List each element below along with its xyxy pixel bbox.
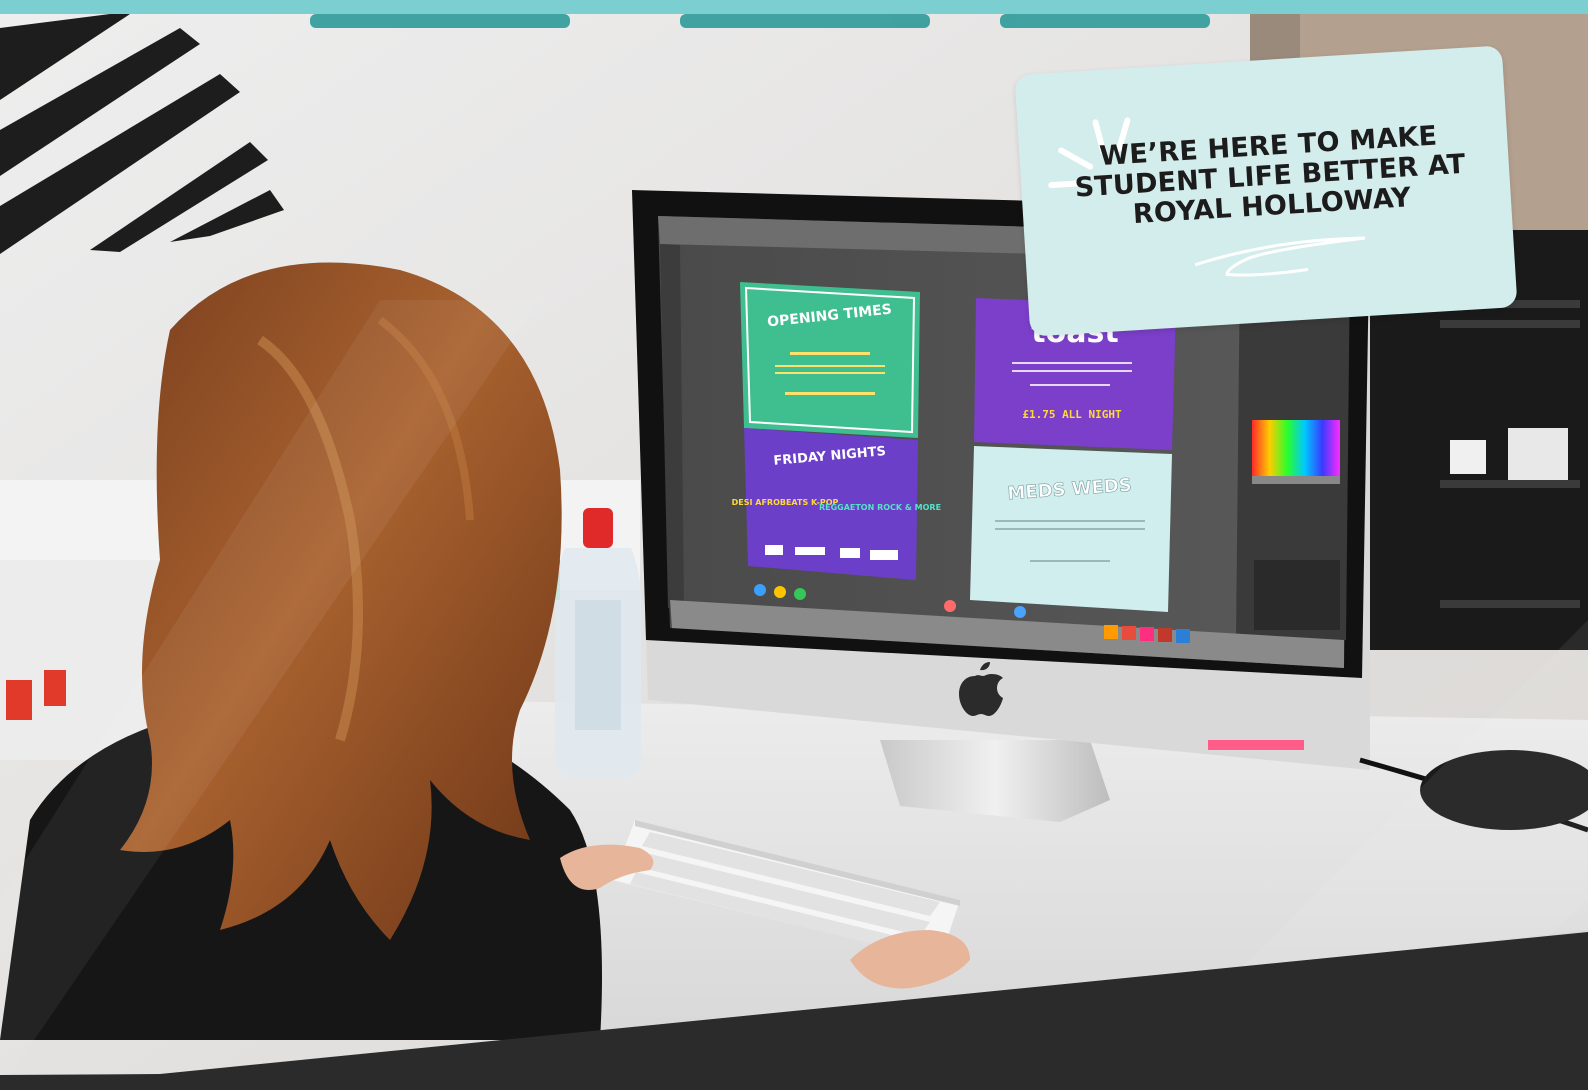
color-picker bbox=[1252, 420, 1340, 476]
poster-line: REGGAETON ROCK & MORE bbox=[819, 503, 941, 512]
sticker bbox=[1508, 428, 1568, 480]
poster-opening-times: OPENING TIMES bbox=[740, 282, 920, 438]
poster-friday-nights: FRIDAY NIGHTS DESI AFROBEATS K-POP REGGA… bbox=[732, 428, 941, 580]
underline-swoosh bbox=[1194, 236, 1366, 277]
wall-lettering bbox=[310, 14, 1210, 28]
label-tape bbox=[1208, 740, 1304, 750]
tagline-callout: WE’RE HERE TO MAKE STUDENT LIFE BETTER A… bbox=[1014, 45, 1518, 337]
water-bottle bbox=[554, 508, 642, 778]
poster-line: £1.75 ALL NIGHT bbox=[1022, 408, 1122, 421]
top-band bbox=[0, 0, 1588, 14]
poster-meds-weds: MEDS WEDS bbox=[970, 446, 1172, 612]
